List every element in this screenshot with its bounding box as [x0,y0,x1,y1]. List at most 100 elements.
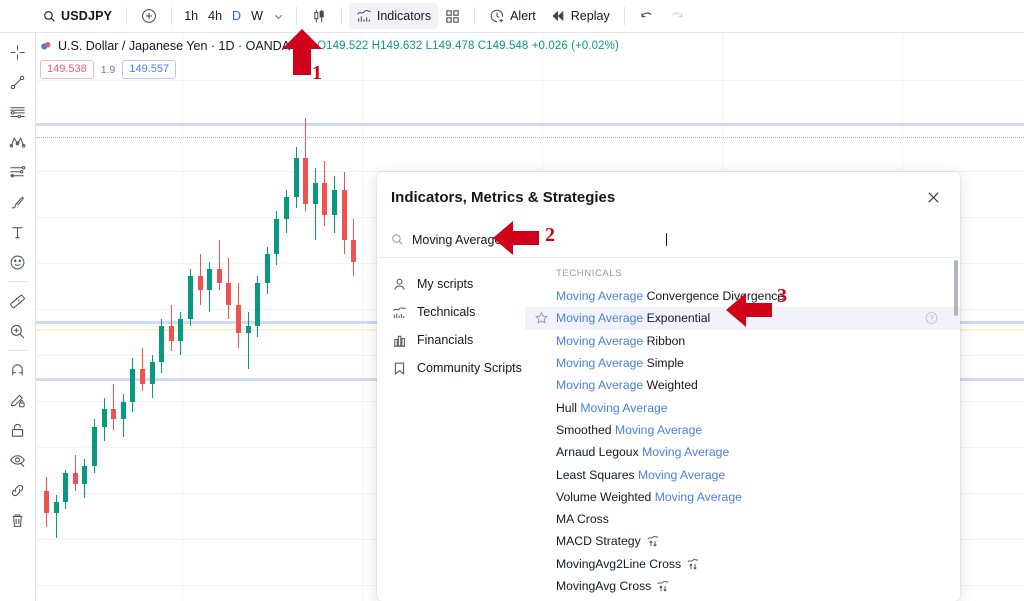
result-label: Moving Average Exponential [556,311,710,325]
indicators-icon [356,8,372,24]
trend-line-icon[interactable] [4,67,32,97]
crosshair-cursor-icon[interactable] [4,37,32,67]
candle-body [236,305,241,334]
result-row[interactable]: Moving Average Simple [525,352,960,374]
replay-button[interactable]: Replay [543,3,617,29]
timeframe-w[interactable]: W [246,4,268,28]
sidebar-item-financials[interactable]: Financials [377,326,525,354]
low-value: 149.478 [432,40,474,52]
indicators-dialog[interactable]: Indicators, Metrics & Strategies [377,172,960,601]
redo-button[interactable] [662,3,692,29]
search-icon [43,10,56,23]
result-row[interactable]: Least Squares Moving Average [525,463,960,485]
info-icon[interactable] [925,312,938,325]
close-label: C [478,40,486,52]
dialog-body: My scripts Technicals [377,258,960,601]
timeframe-group: 1h 4h D W [179,0,289,33]
remove-drawings-icon[interactable] [4,505,32,535]
result-row[interactable]: Moving Average Ribbon [525,330,960,352]
left-drawing-toolbar [0,33,36,601]
brush-icon[interactable] [4,187,32,217]
candle-body [217,269,222,283]
elliott-wave-icon[interactable] [4,157,32,187]
result-row[interactable]: Arnaud Legoux Moving Average [525,441,960,463]
result-label: MACD Strategy [556,534,641,548]
ohlc-values: O149.522 H149.632 L149.478 C149.548 +0.0… [317,40,619,52]
result-row[interactable]: MA Cross [525,508,960,530]
dialog-search-bar[interactable] [377,222,960,258]
close-icon[interactable] [922,186,944,208]
annotation-arrow-3 [725,291,773,329]
timeframe-d[interactable]: D [227,4,246,28]
symbol-search-button[interactable]: USDJPY [36,3,119,29]
candle-body [255,283,260,326]
candle-body [63,473,68,502]
high-label: H [372,40,380,52]
ruler-measure-icon[interactable] [4,286,32,316]
divider [126,7,127,25]
open-value: 149.522 [326,40,368,52]
candle-body [150,362,155,384]
zoom-in-icon[interactable] [4,316,32,346]
person-icon [391,277,407,292]
alert-clock-icon [489,8,505,24]
candle-body [198,276,203,290]
star-icon[interactable] [535,312,548,325]
hide-drawings-icon[interactable] [4,445,32,475]
lock-drawings-icon[interactable] [4,415,32,445]
result-row[interactable]: MovingAvg2Line Cross [525,553,960,575]
alert-label: Alert [510,9,536,23]
indicators-label: Indicators [377,9,431,23]
sync-drawings-icon[interactable] [4,475,32,505]
horizontal-lines-icon[interactable] [4,97,32,127]
top-toolbar: USDJPY 1h 4h D W [0,0,1024,33]
bid-badge[interactable]: 149.538 [40,60,94,79]
result-row[interactable]: Smoothed Moving Average [525,419,960,441]
annotation-number-3: 3 [777,285,787,308]
candle-body [294,158,299,197]
timeframe-1h[interactable]: 1h [179,4,203,28]
timeframe-4h[interactable]: 4h [203,4,227,28]
fib-pattern-icon[interactable] [4,127,32,157]
indicators-button[interactable]: Indicators [349,3,438,29]
drawing-mode-lock-icon[interactable] [4,385,32,415]
results-scrollbar[interactable] [954,260,958,316]
annotation-number-1: 1 [312,62,322,85]
text-tool-icon[interactable] [4,217,32,247]
magnet-icon[interactable] [4,355,32,385]
candle-wick [113,384,114,431]
candle-body [303,158,308,205]
candle-body [226,283,231,305]
change-value: +0.026 [532,40,568,52]
sidebar-item-technicals[interactable]: Technicals [377,298,525,326]
emoji-icon[interactable] [4,247,32,277]
alert-button[interactable]: Alert [482,3,543,29]
layout-button[interactable] [438,3,467,29]
ask-badge[interactable]: 149.557 [122,60,176,79]
add-symbol-button[interactable] [134,3,164,29]
result-row[interactable]: Volume Weighted Moving Average [525,486,960,508]
spread-label: 1.9 [101,64,116,76]
chart-type-button[interactable] [304,3,334,29]
result-label: MovingAvg2Line Cross [556,557,681,571]
candle-body [188,276,193,319]
sidebar-item-my-scripts[interactable]: My scripts [377,270,525,298]
dialog-title: Indicators, Metrics & Strategies [391,189,615,206]
result-row[interactable]: Moving Average Weighted [525,374,960,396]
tradingview-window: USDJPY 1h 4h D W [0,0,1024,601]
undo-button[interactable] [632,3,662,29]
bookmark-icon [391,361,407,376]
result-row[interactable]: MovingAvg Cross [525,575,960,597]
result-label: Smoothed Moving Average [556,423,702,437]
chevron-down-icon[interactable] [268,4,289,28]
candle-body [82,466,87,484]
divider [8,350,28,351]
dialog-category-sidebar: My scripts Technicals [377,258,525,601]
sidebar-item-community-scripts[interactable]: Community Scripts [377,354,525,382]
symbol-label: USDJPY [61,9,112,23]
strategy-icon [687,558,699,570]
candle-body [342,190,347,240]
results-section-header: TECHNICALS [525,258,960,285]
result-row[interactable]: MACD Strategy [525,530,960,552]
result-row[interactable]: Hull Moving Average [525,396,960,418]
